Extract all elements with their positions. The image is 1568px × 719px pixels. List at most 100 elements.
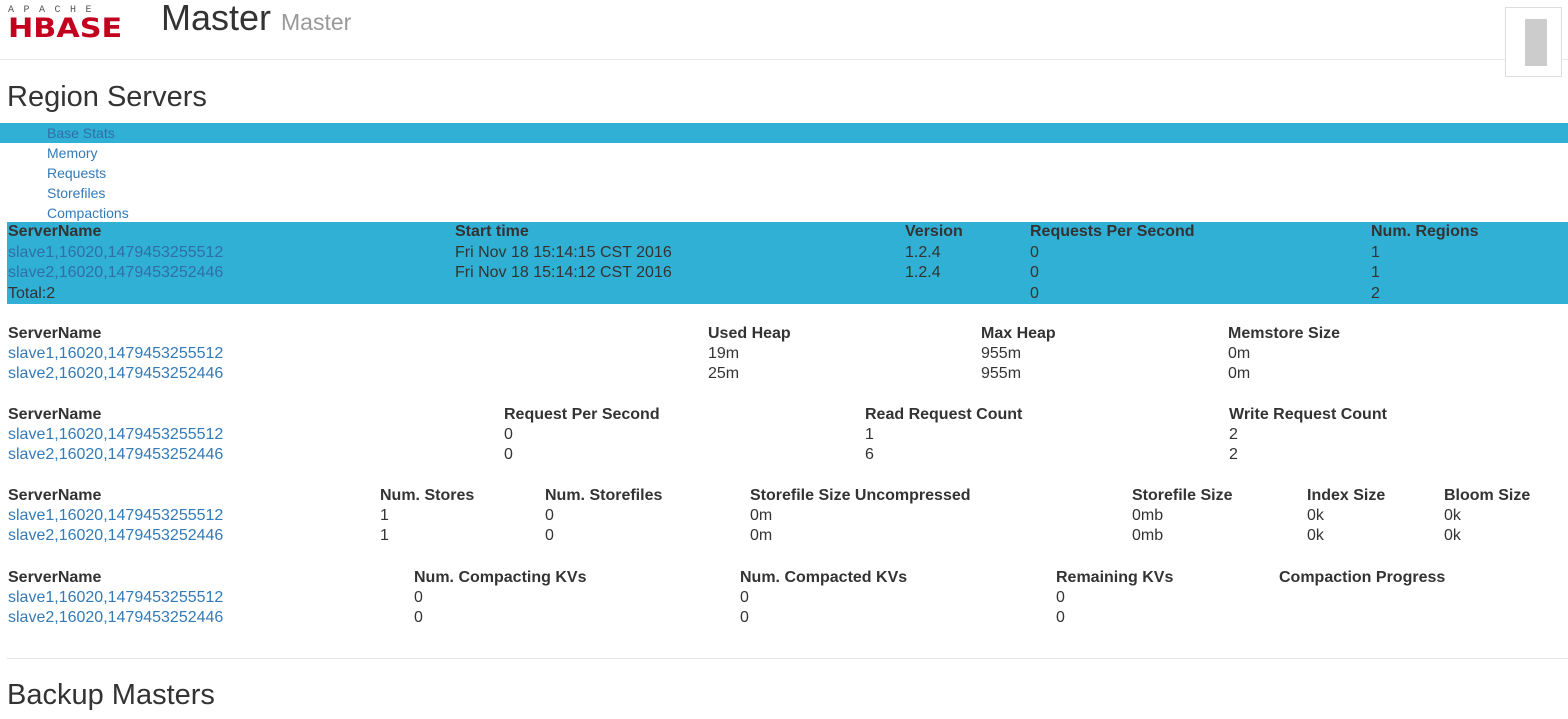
table-cell: Fri Nov 18 15:14:12 CST 2016 <box>455 264 672 281</box>
table-cell: 955m <box>981 365 1022 382</box>
table-row: slave2,16020,1479453252446 0 0 0 <box>7 608 1568 628</box>
column-header: Num. Stores <box>380 487 475 504</box>
total-row: Total:2 0 2 <box>7 284 1568 305</box>
navbar-toggle-button[interactable] <box>1505 7 1562 77</box>
table-cell <box>454 284 904 305</box>
server-link[interactable]: slave2,16020,1479453252446 <box>8 609 223 626</box>
column-header: Storefile Size Uncompressed <box>750 487 971 504</box>
logo-hbase-text: HBASE <box>8 13 123 44</box>
region-servers-tabs: Base Stats Memory Requests Storefiles Co… <box>0 123 1568 223</box>
table-header-row: ServerName Num. Compacting KVs Num. Comp… <box>7 568 1568 588</box>
backup-masters-title: Backup Masters <box>7 679 215 711</box>
column-header: ServerName <box>8 406 102 423</box>
column-header: Index Size <box>1307 487 1386 504</box>
hbase-logo[interactable]: APACHE HBASE <box>8 6 144 44</box>
table-cell: 6 <box>865 446 874 463</box>
table-cell: 0k <box>1444 527 1461 544</box>
column-header: Memstore Size <box>1228 325 1341 342</box>
server-link[interactable]: slave2,16020,1479453252446 <box>8 264 223 281</box>
table-row: slave2,16020,1479453252446 25m 955m 0m <box>7 364 1568 384</box>
table-cell: 955m <box>981 345 1022 362</box>
table-cell: Fri Nov 18 15:14:15 CST 2016 <box>455 243 672 261</box>
column-header: ServerName <box>8 569 102 586</box>
server-link[interactable]: slave1,16020,1479453255512 <box>8 426 223 443</box>
table-header-row: ServerName Start time Version Requests P… <box>7 222 1568 243</box>
column-header: Read Request Count <box>865 406 1023 423</box>
table-cell: 0 <box>545 507 554 524</box>
requests-table: ServerName Request Per Second Read Reque… <box>7 405 1568 465</box>
column-header: Compaction Progress <box>1279 569 1446 586</box>
tab-base-stats[interactable]: Base Stats <box>0 123 1568 143</box>
column-header: ServerName <box>8 487 102 504</box>
table-header-row: ServerName Used Heap Max Heap Memstore S… <box>7 324 1568 344</box>
table-cell: 1.2.4 <box>905 243 941 261</box>
table-cell: 0m <box>1228 365 1251 382</box>
server-link[interactable]: slave1,16020,1479453255512 <box>8 589 223 606</box>
table-row: slave1,16020,1479453255512 Fri Nov 18 15… <box>7 243 1568 264</box>
table-cell: 0 <box>1030 264 1039 281</box>
server-name-cell: slave2,16020,1479453252446 <box>7 263 454 284</box>
region-servers-title: Region Servers <box>7 81 207 113</box>
server-link[interactable]: slave1,16020,1479453255512 <box>8 244 223 261</box>
memory-table: ServerName Used Heap Max Heap Memstore S… <box>7 324 1568 384</box>
server-link[interactable]: slave1,16020,1479453255512 <box>8 345 223 362</box>
table-row: slave2,16020,1479453252446 1 0 0m 0mb 0k… <box>7 526 1568 546</box>
server-link[interactable]: slave2,16020,1479453252446 <box>8 527 223 544</box>
table-cell: 0 <box>414 589 423 606</box>
server-name-cell: slave2,16020,1479453252446 <box>7 364 707 384</box>
table-cell <box>1278 588 1568 608</box>
table-cell: 0m <box>750 527 773 544</box>
table-cell: 0 <box>1030 284 1039 302</box>
menu-icon <box>1525 19 1547 66</box>
column-header: Requests Per Second <box>1030 223 1195 240</box>
column-header: Num. Storefiles <box>545 487 663 504</box>
page-subtitle: Master <box>281 9 352 35</box>
table-cell: 0k <box>1307 527 1324 544</box>
table-row: slave2,16020,1479453252446 Fri Nov 18 15… <box>7 263 1568 284</box>
tab-storefiles[interactable]: Storefiles <box>0 183 1568 203</box>
tab-requests[interactable]: Requests <box>0 163 1568 183</box>
server-name-cell: slave1,16020,1479453255512 <box>7 506 379 526</box>
table-header-row: ServerName Num. Stores Num. Storefiles S… <box>7 486 1568 506</box>
table-cell <box>1278 608 1568 628</box>
table-row: slave1,16020,1479453255512 0 0 0 <box>7 588 1568 608</box>
table-cell: 0 <box>414 609 423 626</box>
table-row: slave1,16020,1479453255512 0 1 2 <box>7 425 1568 445</box>
column-header: Remaining KVs <box>1056 569 1174 586</box>
table-cell: 2 <box>1371 284 1380 302</box>
server-link[interactable]: slave1,16020,1479453255512 <box>8 507 223 524</box>
column-header: Storefile Size <box>1132 487 1233 504</box>
table-cell: 1 <box>1371 264 1380 281</box>
table-cell: 0mb <box>1132 507 1164 524</box>
table-cell: 1 <box>865 426 874 443</box>
table-cell <box>904 284 1029 305</box>
table-cell: 1 <box>380 507 389 524</box>
table-cell: 1.2.4 <box>905 264 941 281</box>
tab-compactions[interactable]: Compactions <box>0 203 1568 223</box>
column-header: Write Request Count <box>1229 406 1387 423</box>
server-link[interactable]: slave2,16020,1479453252446 <box>8 365 223 382</box>
total-label: Total:2 <box>8 284 56 302</box>
column-header: ServerName <box>8 223 102 240</box>
compactions-table: ServerName Num. Compacting KVs Num. Comp… <box>7 568 1568 628</box>
storefiles-table: ServerName Num. Stores Num. Storefiles S… <box>7 486 1568 546</box>
column-header: Used Heap <box>708 325 791 342</box>
tab-memory[interactable]: Memory <box>0 143 1568 163</box>
column-header: Start time <box>455 223 529 240</box>
table-cell: 1 <box>380 527 389 544</box>
page-header: APACHE HBASE Master Master <box>0 0 1568 77</box>
table-cell: 0k <box>1444 507 1461 524</box>
table-cell: 0 <box>1030 243 1039 261</box>
server-link[interactable]: slave2,16020,1479453252446 <box>8 446 223 463</box>
column-header: Num. Compacting KVs <box>414 569 587 586</box>
server-name-cell: slave2,16020,1479453252446 <box>7 608 413 628</box>
table-cell: 2 <box>1229 426 1238 443</box>
server-name-cell: slave2,16020,1479453252446 <box>7 526 379 546</box>
table-cell: 19m <box>708 345 740 362</box>
server-name-cell: slave1,16020,1479453255512 <box>7 425 503 445</box>
column-header: Num. Regions <box>1371 223 1479 240</box>
table-cell: 1 <box>1371 243 1380 261</box>
column-header: Bloom Size <box>1444 487 1531 504</box>
page-title: Master <box>161 0 272 38</box>
table-cell: 0mb <box>1132 527 1164 544</box>
